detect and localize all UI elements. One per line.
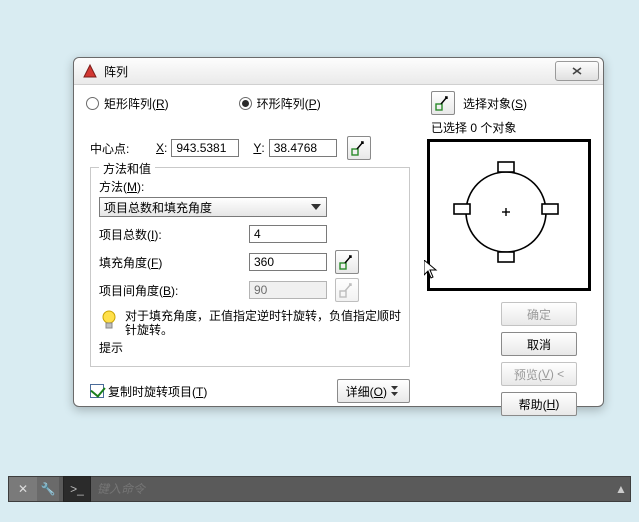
prompt-icon: >_ bbox=[63, 476, 91, 502]
items-input[interactable]: 4 bbox=[249, 225, 327, 243]
cmdbar-close-icon[interactable]: ✕ bbox=[9, 477, 37, 501]
selected-count-label: 已选择 0 个对象 bbox=[431, 119, 591, 136]
pick-icon bbox=[339, 282, 355, 298]
left-column: 中心点: X: 943.5381 Y: 38.4768 方法和值 方法(M): bbox=[90, 137, 410, 403]
pick-fill-angle-button[interactable] bbox=[335, 250, 359, 274]
center-x-input[interactable]: 943.5381 bbox=[171, 139, 239, 157]
y-label: Y bbox=[249, 141, 261, 155]
radio-circle-icon bbox=[239, 97, 252, 110]
copy-rotate-checkbox[interactable]: 复制时旋转项目(T) bbox=[90, 383, 207, 400]
radio-circle-icon bbox=[86, 97, 99, 110]
chevron-expand-icon bbox=[391, 386, 401, 396]
help-button[interactable]: 帮助(H) bbox=[501, 392, 577, 416]
item-angle-input: 90 bbox=[249, 281, 327, 299]
command-bar: ✕ 🔧 >_ ▲ bbox=[8, 476, 631, 502]
select-objects-area: 选择对象(S) bbox=[431, 91, 591, 115]
select-objects-label: 选择对象(S) bbox=[463, 95, 527, 112]
copy-rotate-label: 复制时旋转项目(T) bbox=[108, 383, 207, 400]
array-dialog: 阵列 矩形阵列(R) 环形阵列(P) bbox=[73, 57, 604, 407]
center-point-row: 中心点: X: 943.5381 Y: 38.4768 bbox=[90, 137, 410, 159]
pick-icon bbox=[351, 140, 367, 156]
method-label: 方法(M): bbox=[99, 178, 401, 195]
polar-preview bbox=[427, 139, 591, 291]
app-icon bbox=[82, 63, 98, 79]
center-label: 中心点: bbox=[90, 140, 148, 157]
tip-row: 对于填充角度，正值指定逆时针旋转，负值指定顺时针旋转。 bbox=[99, 309, 401, 337]
dialog-title: 阵列 bbox=[104, 63, 555, 80]
wrench-icon[interactable]: 🔧 bbox=[37, 477, 59, 501]
method-combo[interactable]: 项目总数和填充角度 bbox=[99, 197, 327, 217]
items-label: 项目总数(I): bbox=[99, 226, 207, 243]
titlebar: 阵列 bbox=[74, 58, 603, 85]
item-angle-label: 项目间角度(B): bbox=[99, 282, 207, 299]
pick-icon bbox=[435, 95, 451, 111]
ok-button: 确定 bbox=[501, 302, 577, 326]
pick-item-angle-button bbox=[335, 278, 359, 302]
checkbox-icon bbox=[90, 384, 104, 398]
polar-array-label: 环形阵列(P) bbox=[257, 95, 321, 112]
close-icon bbox=[571, 66, 583, 76]
cmdbar-expand-icon[interactable]: ▲ bbox=[612, 477, 630, 501]
fill-angle-input[interactable]: 360 bbox=[249, 253, 327, 271]
select-objects-button[interactable] bbox=[431, 91, 455, 115]
button-stack: 确定 取消 预览(V) < 帮助(H) bbox=[501, 296, 577, 416]
cancel-button[interactable]: 取消 bbox=[501, 332, 577, 356]
details-button[interactable]: 详细(O) bbox=[337, 379, 410, 403]
details-label: 详细(O) bbox=[346, 383, 387, 400]
x-label: X bbox=[148, 141, 164, 155]
method-value: 项目总数和填充角度 bbox=[104, 199, 212, 216]
pick-center-button[interactable] bbox=[347, 136, 371, 160]
chevron-down-icon bbox=[308, 200, 324, 214]
method-group: 方法和值 方法(M): 项目总数和填充角度 项目总数(I): 4 填充角度(F)… bbox=[90, 167, 410, 367]
preview-button: 预览(V) < bbox=[501, 362, 577, 386]
fill-angle-label: 填充角度(F) bbox=[99, 254, 207, 271]
command-input[interactable] bbox=[91, 481, 612, 497]
group-title: 方法和值 bbox=[99, 160, 155, 177]
tip-label: 提示 bbox=[99, 339, 401, 356]
rect-array-radio[interactable]: 矩形阵列(R) bbox=[86, 95, 169, 112]
dialog-body: 矩形阵列(R) 环形阵列(P) 选择对象(S) 已选择 0 个对象 bbox=[74, 85, 603, 407]
rect-array-label: 矩形阵列(R) bbox=[104, 95, 169, 112]
polar-array-radio[interactable]: 环形阵列(P) bbox=[239, 95, 321, 112]
close-button[interactable] bbox=[555, 61, 599, 81]
tip-text: 对于填充角度，正值指定逆时针旋转，负值指定顺时针旋转。 bbox=[125, 309, 401, 337]
bulb-icon bbox=[99, 309, 119, 331]
pick-icon bbox=[339, 254, 355, 270]
center-y-input[interactable]: 38.4768 bbox=[269, 139, 337, 157]
